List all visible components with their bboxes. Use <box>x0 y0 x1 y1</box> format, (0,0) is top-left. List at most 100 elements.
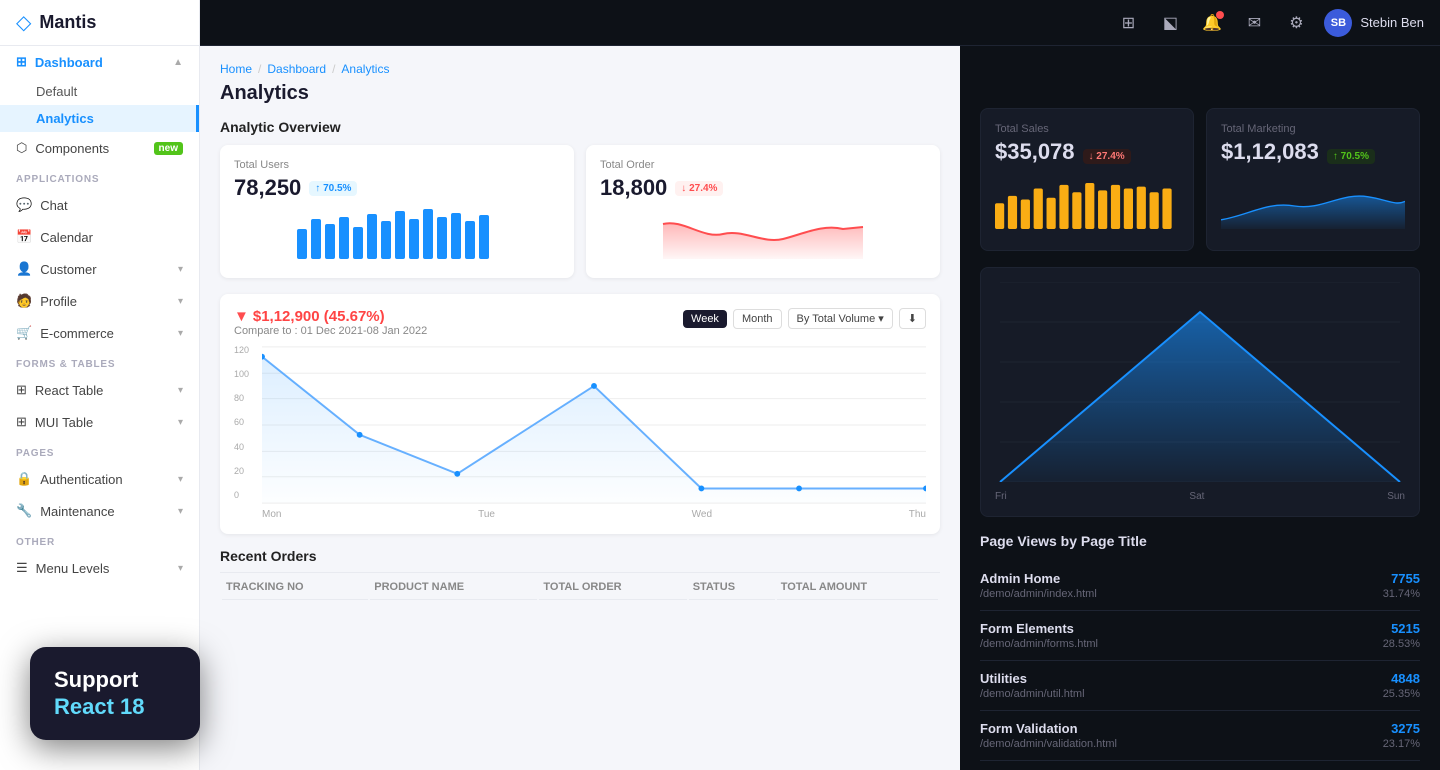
nav-maintenance-label: Maintenance <box>40 504 114 519</box>
sidebar-item-analytics[interactable]: Analytics <box>0 105 199 132</box>
dark-value-sales: $35,078 <box>995 139 1075 165</box>
notification-icon[interactable]: 🔔 <box>1198 9 1226 37</box>
pv-title-2: Utilities <box>980 671 1085 686</box>
stat-label-order: Total Order <box>600 159 926 171</box>
page-views-section: Page Views by Page Title Admin Home /dem… <box>980 533 1420 770</box>
nav-menu-levels[interactable]: ☰ Menu Levels ▾ <box>0 552 199 584</box>
avatar: SB <box>1324 9 1352 37</box>
chat-icon: 💬 <box>16 197 32 213</box>
dashboard-icon: ⊞ <box>16 54 27 70</box>
popup-card[interactable]: Support React 18 <box>30 647 200 740</box>
stat-card-order: Total Order 18,800 ↓ 27.4% <box>586 145 940 278</box>
col-tracking: TRACKING NO <box>222 575 368 600</box>
nav-profile-label: Profile <box>40 294 77 309</box>
analytic-overview-title: Analytic Overview <box>220 119 940 135</box>
section-pages: Pages <box>0 438 199 463</box>
x-label-thu: Thu <box>909 509 926 520</box>
pv-url-1: /demo/admin/forms.html <box>980 638 1098 650</box>
nav-react-table-label: React Table <box>35 383 103 398</box>
nav-menu-label: Menu Levels <box>36 561 110 576</box>
chevron-down-icon: ▾ <box>178 417 183 428</box>
volume-button[interactable]: By Total Volume ▾ <box>788 308 893 329</box>
income-line-chart <box>262 345 926 505</box>
stat-value-users: 78,250 <box>234 175 301 201</box>
user-name: Stebin Ben <box>1360 15 1424 30</box>
maintenance-icon: 🔧 <box>16 503 32 519</box>
nav-ecommerce[interactable]: 🛒 E-commerce ▾ <box>0 317 199 349</box>
topbar: ⊞ ⬕ 🔔 ✉ ⚙ SB Stebin Ben <box>200 0 1440 46</box>
chevron-down-icon: ▾ <box>178 385 183 396</box>
breadcrumb-dashboard[interactable]: Dashboard <box>267 62 326 76</box>
table-icon: ⊞ <box>16 382 27 398</box>
nav-authentication[interactable]: 🔒 Authentication ▾ <box>0 463 199 495</box>
stat-label-users: Total Users <box>234 159 560 171</box>
y-label-20: 20 <box>234 466 249 476</box>
dark-label-sales: Total Sales <box>995 123 1179 135</box>
y-label-80: 80 <box>234 393 249 403</box>
dark-x-sun: Sun <box>1387 491 1405 502</box>
dark-income-card: Fri Sat Sun <box>980 267 1420 517</box>
mail-icon[interactable]: ✉ <box>1240 9 1268 37</box>
settings-icon[interactable]: ⚙ <box>1282 9 1310 37</box>
col-total-amount: TOTAL AMOUNT <box>777 575 938 600</box>
breadcrumb-current: Analytics <box>341 62 389 76</box>
y-label-0: 0 <box>234 490 249 500</box>
section-applications: Applications <box>0 164 199 189</box>
nav-mui-table-label: MUI Table <box>35 415 93 430</box>
nav-profile[interactable]: 🧑 Profile ▾ <box>0 285 199 317</box>
pv-count-3: 3275 <box>1383 721 1420 736</box>
dark-label-marketing: Total Marketing <box>1221 123 1405 135</box>
chevron-down-icon: ▾ <box>178 563 183 574</box>
stat-value-row-order: 18,800 ↓ 27.4% <box>600 175 926 201</box>
week-button[interactable]: Week <box>683 310 727 328</box>
income-card: ▼ $1,12,900 (45.67%) Compare to : 01 Dec… <box>220 294 940 534</box>
nav-mui-table[interactable]: ⊞ MUI Table ▾ <box>0 406 199 438</box>
income-amount: ▼ $1,12,900 (45.67%) <box>234 308 427 325</box>
y-label-120: 120 <box>234 345 249 355</box>
customer-icon: 👤 <box>16 261 32 277</box>
nav-customer-label: Customer <box>40 262 96 277</box>
income-compare: Compare to : 01 Dec 2021-08 Jan 2022 <box>234 325 427 337</box>
nav-calendar[interactable]: 📅 Calendar <box>0 221 199 253</box>
x-label-wed: Wed <box>692 509 712 520</box>
nav-dashboard[interactable]: ⊞ Dashboard ▲ <box>0 46 199 78</box>
breadcrumb-home[interactable]: Home <box>220 62 252 76</box>
pv-url-2: /demo/admin/util.html <box>980 688 1085 700</box>
window-icon[interactable]: ⬕ <box>1156 9 1184 37</box>
main-area: ⊞ ⬕ 🔔 ✉ ⚙ SB Stebin Ben Home / Dashboard… <box>200 0 1440 770</box>
x-label-mon: Mon <box>262 509 281 520</box>
chevron-up-icon: ▲ <box>173 57 183 68</box>
pv-url-3: /demo/admin/validation.html <box>980 738 1117 750</box>
stat-badge-users: ↑ 70.5% <box>309 181 357 196</box>
sidebar-item-default[interactable]: Default <box>0 78 199 105</box>
popup-line1: Support <box>54 667 176 693</box>
chevron-down-icon: ▾ <box>178 474 183 485</box>
dark-badge-sales: ↓ 27.4% <box>1083 149 1131 164</box>
logo-icon: ◇ <box>16 10 31 35</box>
breadcrumb-sep2: / <box>332 62 335 76</box>
nav-maintenance[interactable]: 🔧 Maintenance ▾ <box>0 495 199 527</box>
x-label-tue: Tue <box>478 509 495 520</box>
pv-pct-1: 28.53% <box>1383 638 1420 650</box>
user-menu[interactable]: SB Stebin Ben <box>1324 9 1424 37</box>
pv-title-3: Form Validation <box>980 721 1117 736</box>
sidebar-logo: ◇ Mantis <box>0 0 199 46</box>
menu-icon: ☰ <box>16 560 28 576</box>
logo-text: Mantis <box>39 12 96 33</box>
dark-value-row-marketing: $1,12,083 ↑ 70.5% <box>1221 139 1405 173</box>
chevron-down-icon: ▾ <box>178 506 183 517</box>
nav-customer[interactable]: 👤 Customer ▾ <box>0 253 199 285</box>
nav-react-table[interactable]: ⊞ React Table ▾ <box>0 374 199 406</box>
pv-item-4: Modals /demo/admin/modals.html 3003 22.2… <box>980 761 1420 770</box>
nav-components[interactable]: ⬡ Components new <box>0 132 199 164</box>
nav-chat[interactable]: 💬 Chat <box>0 189 199 221</box>
download-button[interactable]: ⬇ <box>899 308 926 329</box>
auth-icon: 🔒 <box>16 471 32 487</box>
apps-icon[interactable]: ⊞ <box>1114 9 1142 37</box>
month-button[interactable]: Month <box>733 309 782 329</box>
pv-count-0: 7755 <box>1383 571 1420 586</box>
users-bar-chart <box>234 209 560 259</box>
dark-x-fri: Fri <box>995 491 1007 502</box>
section-other: Other <box>0 527 199 552</box>
pv-item-1: Form Elements /demo/admin/forms.html 521… <box>980 611 1420 661</box>
